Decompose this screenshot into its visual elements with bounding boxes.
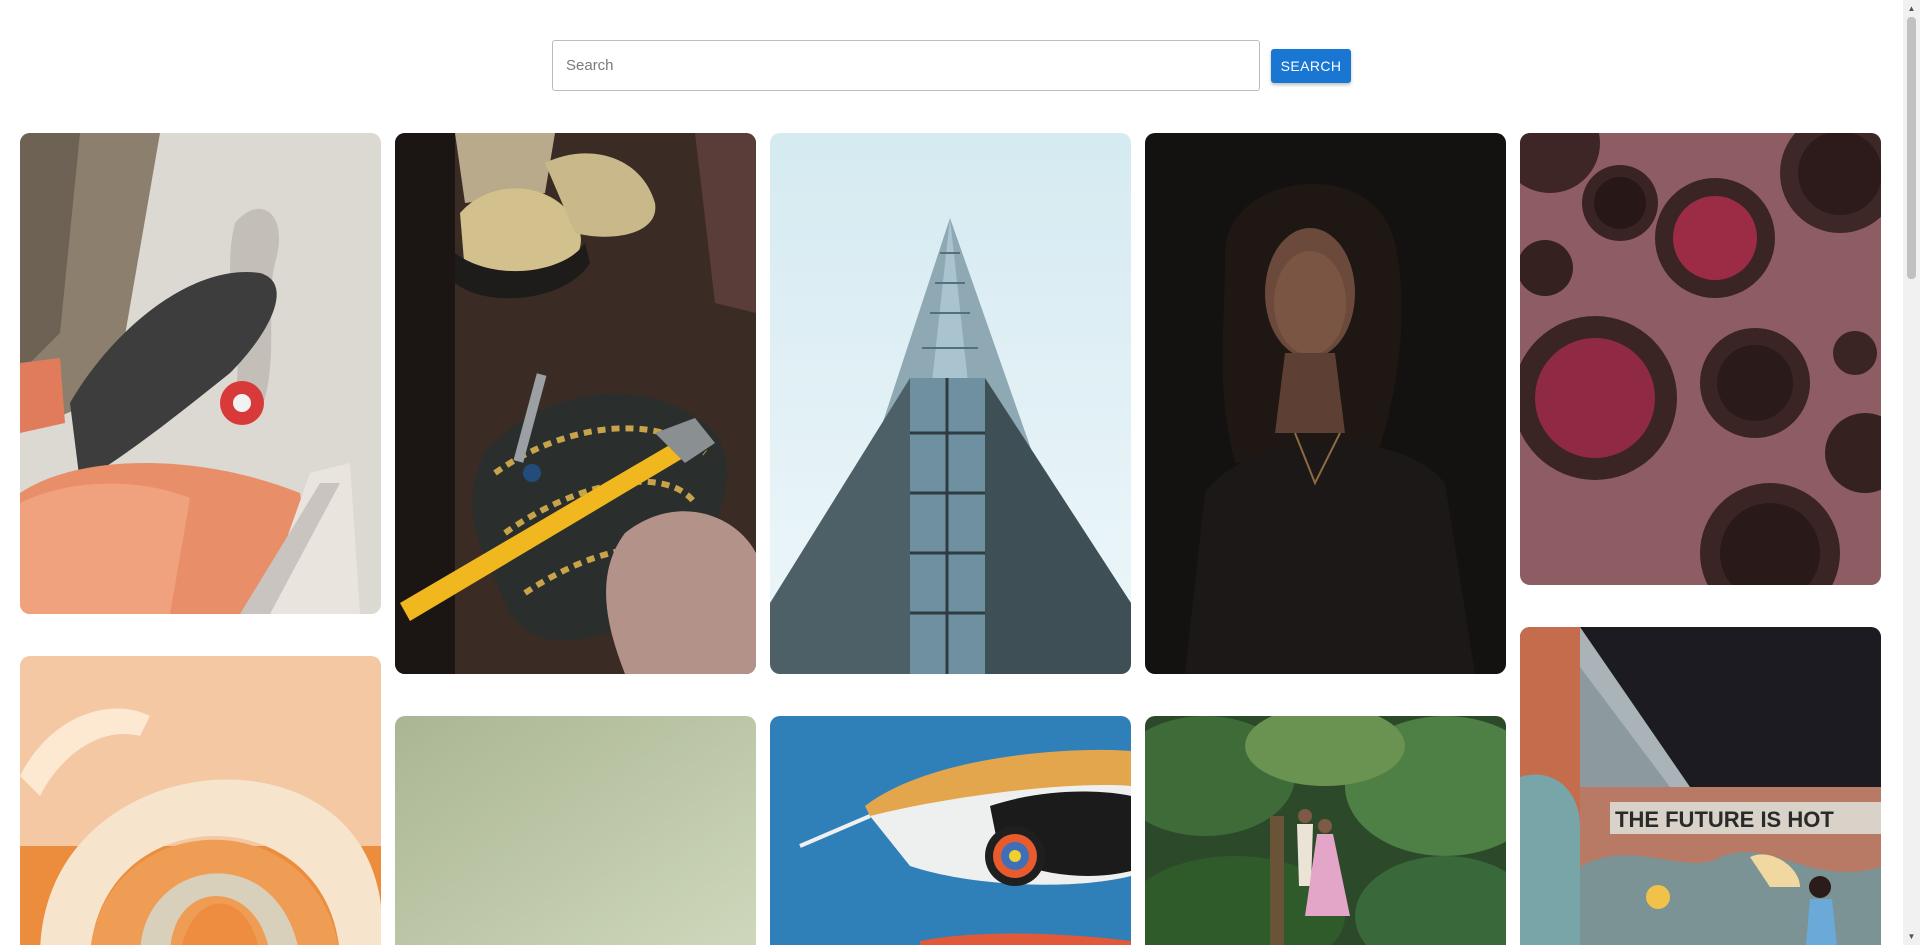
search-input[interactable] bbox=[552, 40, 1260, 91]
gallery-page: SEARCH bbox=[0, 0, 1920, 945]
photo-column: THE FUTURE IS HOT bbox=[1520, 133, 1881, 945]
bowls-photo[interactable] bbox=[1520, 133, 1881, 585]
vertical-scrollbar[interactable]: ▲ ▼ bbox=[1903, 0, 1920, 945]
skateboard-photo[interactable] bbox=[20, 133, 381, 614]
photo-column bbox=[20, 133, 381, 945]
search-bar: SEARCH bbox=[552, 40, 1351, 91]
photo-column bbox=[1145, 133, 1506, 945]
scrollbar-thumb[interactable] bbox=[1907, 17, 1916, 279]
search-button[interactable]: SEARCH bbox=[1271, 48, 1351, 83]
garden-couple-photo[interactable] bbox=[1145, 716, 1506, 945]
photo-column bbox=[770, 133, 1131, 945]
skyscraper-photo[interactable] bbox=[770, 133, 1131, 674]
green-gradient-photo[interactable] bbox=[395, 716, 756, 945]
photo-grid: THE FUTURE IS HOT bbox=[20, 133, 1881, 945]
koi-kite-photo[interactable] bbox=[770, 716, 1131, 945]
scroll-down-arrow-icon[interactable]: ▼ bbox=[1903, 928, 1920, 945]
portrait-woman-photo[interactable] bbox=[1145, 133, 1506, 674]
svg-text:THE FUTURE IS HOT: THE FUTURE IS HOT bbox=[1615, 807, 1834, 832]
photo-column bbox=[395, 133, 756, 945]
scroll-up-arrow-icon[interactable]: ▲ bbox=[1903, 0, 1920, 17]
arches-render-photo[interactable] bbox=[20, 656, 381, 945]
graffiti-wall-photo[interactable]: THE FUTURE IS HOT bbox=[1520, 627, 1881, 945]
climbing-gear-photo[interactable] bbox=[395, 133, 756, 674]
